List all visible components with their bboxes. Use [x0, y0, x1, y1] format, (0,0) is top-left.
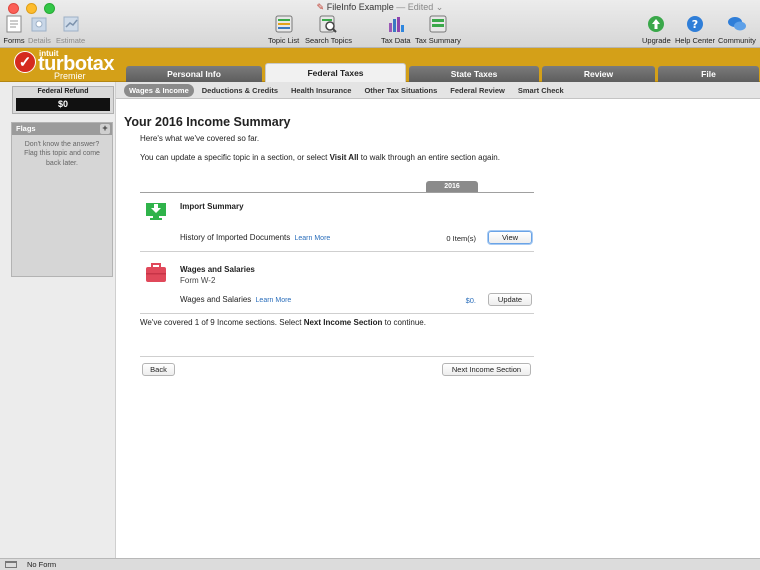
help-center-icon: ? — [684, 14, 706, 34]
search-topics-icon — [317, 14, 339, 34]
federal-refund-label: Federal Refund — [37, 88, 89, 95]
tab-review[interactable]: Review — [542, 66, 655, 82]
main-tabs: Personal Info Federal Taxes State Taxes … — [126, 63, 759, 82]
community-button[interactable]: Community — [718, 14, 756, 45]
learn-more-link[interactable]: Learn More — [256, 297, 292, 304]
progress-message: We've covered 1 of 9 Income sections. Se… — [140, 318, 426, 327]
year-column-header: 2016 — [426, 181, 478, 192]
upgrade-button[interactable]: Upgrade — [642, 14, 671, 45]
divider — [140, 251, 534, 252]
sub-tabs: Wages & Income Deductions & Credits Heal… — [124, 84, 569, 97]
view-button[interactable]: View — [488, 231, 532, 244]
section-title: Import Summary — [180, 202, 244, 211]
search-topics-button[interactable]: Search Topics — [305, 14, 352, 45]
flags-message: Don't know the answer? Flag this topic a… — [24, 141, 100, 167]
page-title: Your 2016 Income Summary — [124, 115, 291, 129]
briefcase-icon — [145, 262, 167, 284]
help-center-button[interactable]: ? Help Center — [675, 14, 715, 45]
update-button[interactable]: Update — [488, 293, 532, 306]
back-button[interactable]: Back — [142, 363, 175, 376]
tab-federal-taxes[interactable]: Federal Taxes — [265, 63, 406, 82]
subtab-federal-review[interactable]: Federal Review — [445, 84, 510, 97]
tab-personal-info[interactable]: Personal Info — [126, 66, 262, 82]
checkmark-icon: ✓ — [14, 51, 36, 73]
next-income-section-button[interactable]: Next Income Section — [442, 363, 531, 376]
subtab-health-insurance[interactable]: Health Insurance — [286, 84, 356, 97]
window-toolbar: ✎ FileInfo Example — Edited ⌄ Forms Deta… — [0, 0, 760, 48]
community-icon — [726, 14, 748, 34]
details-button[interactable]: Details — [28, 14, 51, 45]
main-content: Your 2016 Income Summary Here's what we'… — [116, 99, 760, 558]
divider — [140, 313, 534, 314]
tab-file[interactable]: File — [658, 66, 759, 82]
subtab-other-tax-situations[interactable]: Other Tax Situations — [359, 84, 442, 97]
status-bar: No Form — [0, 558, 760, 570]
window-title: ✎ FileInfo Example — Edited ⌄ — [316, 2, 444, 12]
tax-data-icon — [385, 14, 407, 34]
section-subtitle: Form W-2 — [180, 276, 216, 285]
divider — [140, 192, 534, 193]
intro-instructions: You can update a specific topic in a sec… — [140, 153, 500, 162]
document-icon: ✎ — [316, 2, 325, 12]
details-icon — [28, 14, 50, 34]
svg-text:?: ? — [692, 18, 698, 31]
learn-more-link[interactable]: Learn More — [295, 235, 331, 242]
section-value: $0. — [465, 296, 476, 305]
flags-header: Flags + — [12, 123, 112, 135]
federal-refund-amount: $0 — [16, 98, 110, 111]
subtab-smart-check[interactable]: Smart Check — [513, 84, 569, 97]
intro-text: Here's what we've covered so far. — [140, 134, 260, 143]
add-flag-button[interactable]: + — [100, 124, 110, 134]
topic-list-icon — [273, 14, 295, 34]
edited-menu[interactable]: — Edited ⌄ — [396, 2, 443, 12]
flags-panel: Flags + Don't know the answer? Flag this… — [11, 122, 113, 277]
forms-icon — [3, 14, 25, 34]
tax-summary-button[interactable]: Tax Summary — [415, 14, 461, 45]
divider — [140, 356, 534, 357]
left-panel: Federal Refund $0 Flags + Don't know the… — [0, 82, 116, 558]
topic-list-button[interactable]: Topic List — [268, 14, 299, 45]
section-row-label: History of Imported Documents Learn More — [180, 233, 331, 242]
section-title: Wages and Salaries — [180, 265, 255, 274]
tax-data-button[interactable]: Tax Data — [381, 14, 411, 45]
turbotax-logo: ✓ intuit turbotax Premier — [14, 49, 124, 81]
section-value: 0 Item(s) — [446, 234, 476, 243]
form-icon — [5, 561, 17, 568]
section-row-label: Wages and Salaries Learn More — [180, 295, 292, 304]
brand-bar: ✓ intuit turbotax Premier Personal Info … — [0, 48, 760, 82]
estimate-button[interactable]: Estimate — [56, 14, 85, 45]
forms-button[interactable]: Forms — [3, 14, 25, 45]
federal-refund-box: Federal Refund $0 — [12, 86, 114, 114]
import-icon — [145, 200, 167, 222]
tax-summary-icon — [427, 14, 449, 34]
subtab-deductions-credits[interactable]: Deductions & Credits — [197, 84, 283, 97]
upgrade-icon — [645, 14, 667, 34]
tab-state-taxes[interactable]: State Taxes — [409, 66, 539, 82]
subtab-wages-income[interactable]: Wages & Income — [124, 84, 194, 97]
status-text: No Form — [27, 560, 57, 569]
estimate-icon — [60, 14, 82, 34]
